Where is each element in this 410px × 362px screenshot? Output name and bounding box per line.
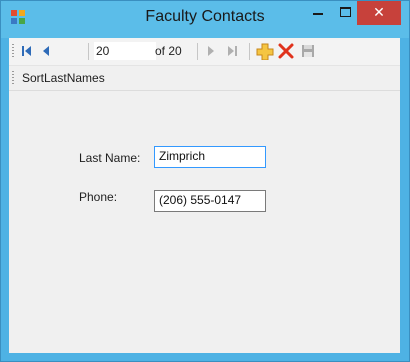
move-last-icon[interactable] bbox=[225, 42, 241, 60]
minimize-button[interactable] bbox=[305, 1, 331, 25]
move-previous-icon[interactable] bbox=[39, 42, 55, 60]
toolbar-separator bbox=[197, 43, 198, 60]
title-bar[interactable]: Faculty Contacts ✕ bbox=[1, 1, 409, 38]
toolbar-separator bbox=[249, 43, 250, 60]
delete-icon[interactable] bbox=[277, 42, 295, 60]
form-client-area: of 20 SortLastNam bbox=[9, 38, 400, 353]
phone-label: Phone: bbox=[79, 190, 118, 204]
position-input[interactable] bbox=[94, 42, 156, 60]
maximize-button[interactable] bbox=[332, 1, 358, 25]
menu-item-sort-last-names[interactable]: SortLastNames bbox=[22, 71, 105, 85]
last-name-field[interactable]: Zimprich bbox=[154, 146, 266, 168]
save-icon[interactable] bbox=[300, 42, 316, 60]
menu-grip[interactable] bbox=[12, 71, 14, 86]
add-new-icon[interactable] bbox=[256, 42, 274, 60]
toolbar-grip[interactable] bbox=[12, 44, 14, 59]
count-label: of 20 bbox=[155, 44, 182, 58]
last-name-label: Last Name: bbox=[79, 151, 141, 165]
toolbar-separator bbox=[88, 43, 89, 60]
menu-strip: SortLastNames bbox=[9, 66, 400, 91]
close-button[interactable]: ✕ bbox=[357, 1, 401, 25]
phone-field[interactable]: (206) 555-0147 bbox=[154, 190, 266, 212]
binding-navigator: of 20 bbox=[9, 38, 400, 66]
window: Faculty Contacts ✕ of 20 bbox=[0, 0, 410, 362]
move-first-icon[interactable] bbox=[19, 42, 35, 60]
move-next-icon[interactable] bbox=[203, 42, 219, 60]
